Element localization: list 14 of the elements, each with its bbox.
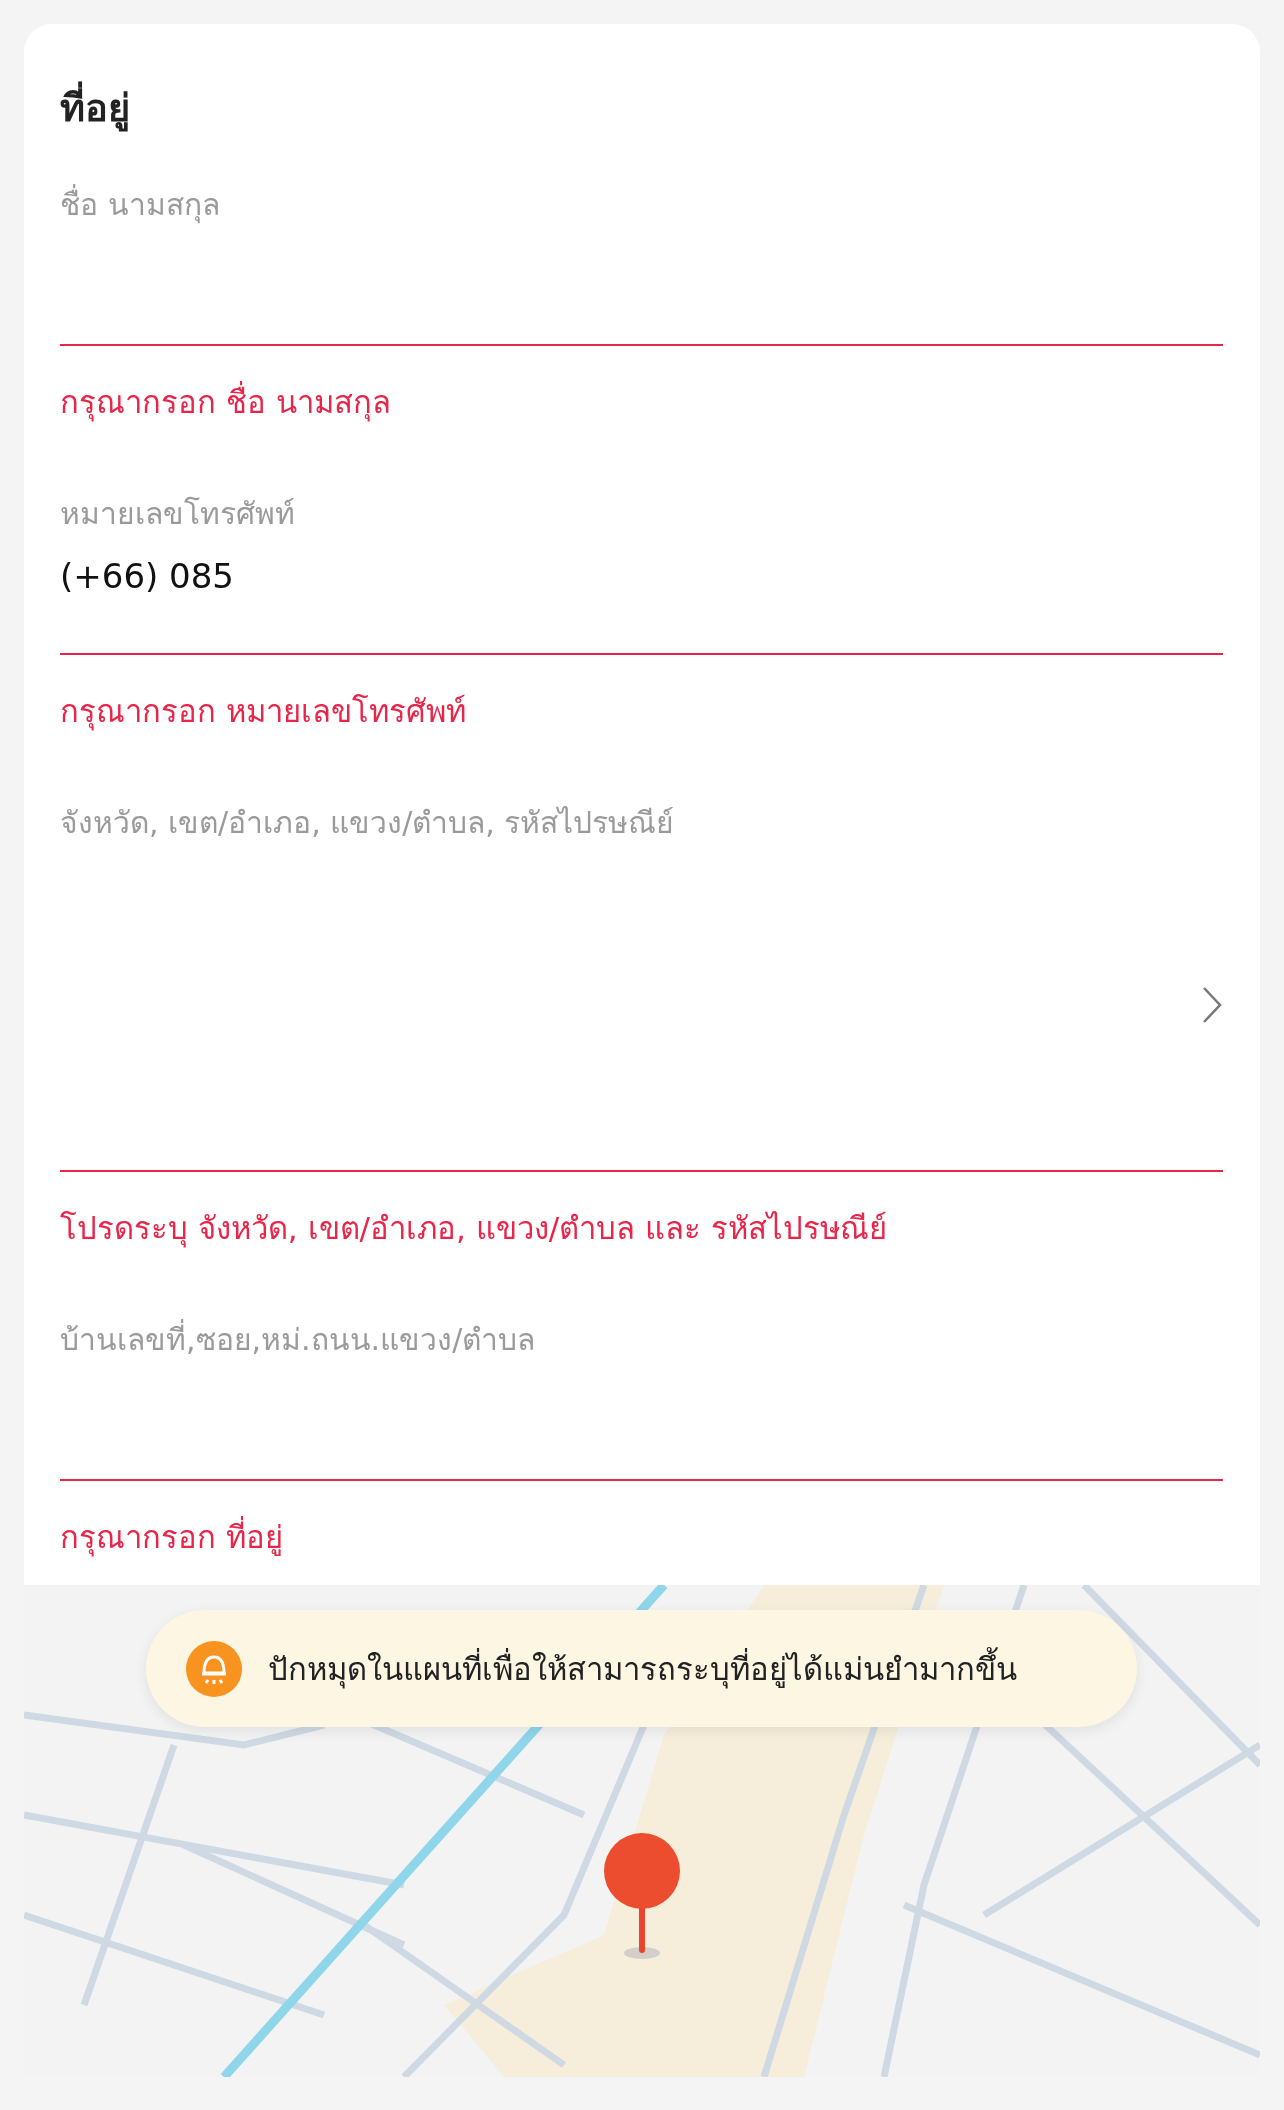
error-message: กรุณากรอก หมายเลขโทรศัพท์ [60, 692, 467, 733]
error-message: กรุณากรอก ที่อยู่ [60, 1515, 1223, 1559]
field-label: จังหวัด, เขต/อำเภอ, แขวง/ตำบล, รหัสไปรษณีย์ [60, 804, 676, 842]
bell-icon [186, 1640, 242, 1697]
section-title: ที่อยู่ [60, 80, 1223, 136]
error-message: โปรดระบุ จังหวัด, เขต/อำเภอ, แขวง/ตำบล และ รหัสไปรษณีย์ [60, 1209, 888, 1250]
chevron-right-icon [1201, 985, 1223, 1025]
hint-text: ปักหมุดในแผนที่เพื่อให้สามารถระบุที่อยู่ได้แม่นยำมากขึ้น [268, 1643, 1017, 1694]
field-label: ชื่อ นามสกุล [60, 183, 1223, 227]
map-pin-icon[interactable] [602, 1831, 682, 1961]
error-message: กรุณากรอก ชื่อ นามสกุล [60, 380, 1223, 424]
input-field[interactable]: (+66) 085 [60, 536, 1223, 655]
field-label: บ้านเลขที่,ซอย,หม่.ถนน.แขวง/ตำบล [60, 1318, 1223, 1362]
field-label: หมายเลขโทรศัพท์ [60, 495, 296, 533]
